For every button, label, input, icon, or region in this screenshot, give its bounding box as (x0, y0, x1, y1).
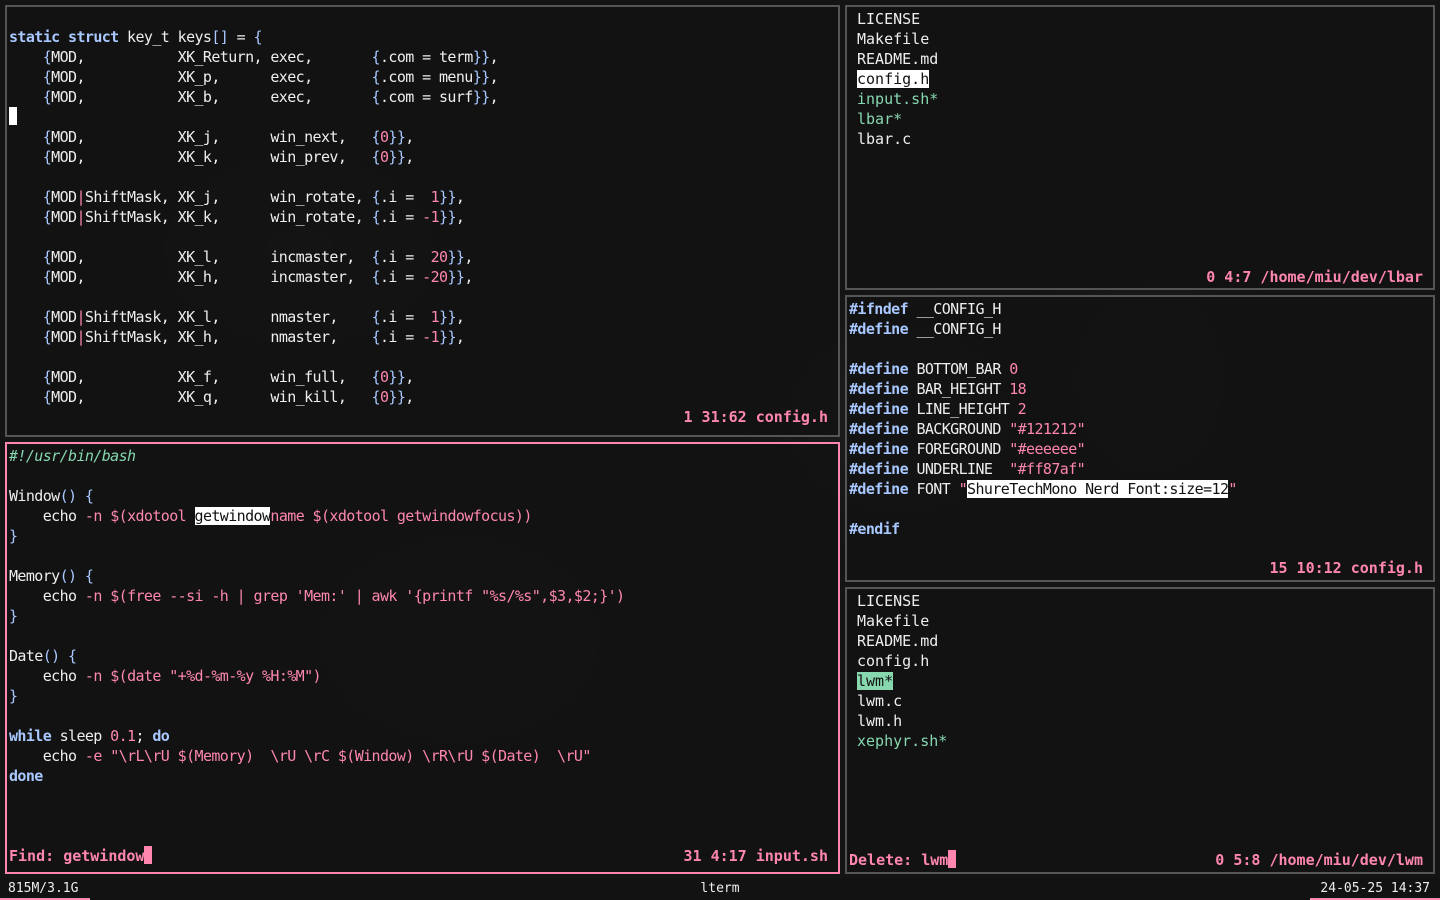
file-item[interactable]: config.h (857, 651, 947, 671)
file-item[interactable]: lwm.c (857, 691, 947, 711)
editor-window-input-sh[interactable]: #!/usr/bin/bash Window() { echo -n $(xdo… (5, 442, 840, 874)
find-prompt[interactable]: Find: getwindow (9, 846, 153, 866)
status-line: 0 5:8 /home/miu/dev/lwm (1215, 851, 1423, 869)
file-list: LICENSE Makefile README.md config.h input.sh… (857, 9, 938, 149)
status-line: 15 10:12 config.h (1269, 559, 1423, 577)
file-item[interactable]: xephyr.sh* (857, 731, 947, 751)
clock: 24-05-25 14:37 (1320, 881, 1430, 896)
file-item[interactable]: config.h (857, 69, 938, 89)
code-view[interactable]: #ifndef __CONFIG_H #define __CONFIG_H #d… (849, 299, 1237, 539)
file-item[interactable]: Makefile (857, 611, 947, 631)
file-browser-lwm[interactable]: LICENSE Makefile README.md config.h lwm* lwm.… (845, 587, 1435, 874)
find-input[interactable]: getwindow (63, 847, 144, 865)
status-bar: 815M/3.1G lterm 24-05-25 14:37 (0, 878, 1440, 900)
file-item[interactable]: lwm.h (857, 711, 947, 731)
code-view[interactable]: #!/usr/bin/bash Window() { echo -n $(xdo… (9, 446, 625, 786)
status-line: 31 4:17 input.sh (683, 847, 829, 865)
editor-window-config-header[interactable]: #ifndef __CONFIG_H #define __CONFIG_H #d… (845, 295, 1435, 582)
window-title: lterm (700, 881, 740, 896)
editor-window-config-keys[interactable]: static struct key_t keys[] = { {MOD, XK_… (5, 5, 840, 437)
file-item[interactable]: LICENSE (857, 591, 947, 611)
text-cursor (9, 107, 17, 125)
find-prompt-label: Find: (9, 847, 64, 865)
file-item[interactable]: Makefile (857, 29, 938, 49)
status-line: 0 4:7 /home/miu/dev/lbar (1206, 268, 1423, 286)
file-item[interactable]: input.sh* (857, 89, 938, 109)
prompt-cursor (144, 846, 153, 864)
delete-prompt-label: Delete: (849, 851, 922, 869)
file-item[interactable]: lwm* (857, 671, 947, 691)
file-item[interactable]: README.md (857, 49, 938, 69)
file-item[interactable]: README.md (857, 631, 947, 651)
status-line: 1 31:62 config.h (683, 408, 829, 426)
delete-prompt[interactable]: Delete: lwm (849, 850, 957, 870)
file-browser-lbar[interactable]: LICENSE Makefile README.md config.h input.sh… (845, 5, 1435, 290)
file-item[interactable]: lbar* (857, 109, 938, 129)
file-item[interactable]: LICENSE (857, 9, 938, 29)
code-view[interactable]: static struct key_t keys[] = { {MOD, XK_… (9, 27, 499, 407)
file-item[interactable]: lbar.c (857, 129, 938, 149)
prompt-cursor (948, 850, 957, 868)
delete-input[interactable]: lwm (921, 851, 948, 869)
file-list: LICENSE Makefile README.md config.h lwm* lwm.… (857, 591, 947, 751)
